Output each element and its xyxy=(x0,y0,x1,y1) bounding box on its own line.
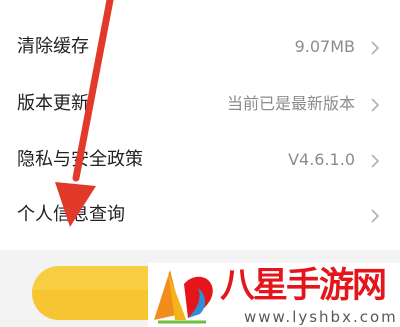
settings-row-version-update[interactable]: 版本更新 当前已是最新版本 xyxy=(0,76,400,132)
watermark-title: 八星手游网 xyxy=(220,265,387,306)
cache-size-value: 9.07MB xyxy=(294,37,355,56)
watermark-logo-icon xyxy=(154,270,213,324)
clear-cache-label: 清除缓存 xyxy=(17,36,89,57)
chevron-right-icon xyxy=(371,154,380,168)
version-update-label: 版本更新 xyxy=(17,93,89,114)
personal-info-label: 个人信息查询 xyxy=(17,204,125,225)
chevron-right-icon xyxy=(371,98,380,112)
chevron-right-icon xyxy=(371,209,380,223)
settings-row-clear-cache[interactable]: 清除缓存 9.07MB xyxy=(0,19,400,75)
settings-row-personal-info[interactable]: 个人信息查询 xyxy=(0,188,400,244)
settings-screen: 清除缓存 9.07MB 版本更新 当前已是最新版本 隐私与安全政策 V4.6.1… xyxy=(0,0,400,327)
app-version-value: V4.6.1.0 xyxy=(288,150,355,169)
settings-row-privacy-policy[interactable]: 隐私与安全政策 V4.6.1.0 xyxy=(0,133,400,189)
privacy-policy-label: 隐私与安全政策 xyxy=(17,149,143,170)
chevron-right-icon xyxy=(371,41,380,55)
site-watermark: 八星手游网 www.lyshbx.com xyxy=(148,263,400,327)
version-status-value: 当前已是最新版本 xyxy=(226,94,355,113)
watermark-url: www.lyshbx.com xyxy=(244,308,398,326)
settings-list: 清除缓存 9.07MB 版本更新 当前已是最新版本 隐私与安全政策 V4.6.1… xyxy=(0,0,400,250)
